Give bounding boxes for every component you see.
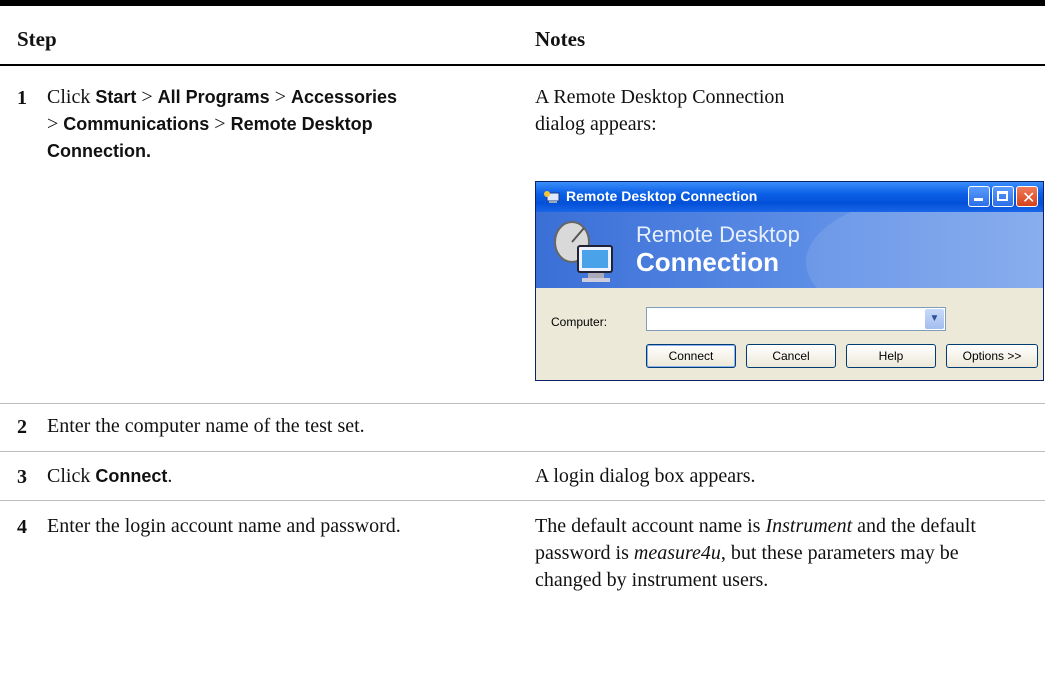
separator: >: [274, 86, 286, 108]
row-rule: [0, 500, 1045, 501]
connect-button[interactable]: Connect: [646, 344, 736, 368]
menu-accessories: Accessories: [290, 87, 398, 107]
header-step: Step: [17, 27, 57, 51]
separator: >: [214, 113, 226, 135]
row-3-step: Click Connect.: [47, 463, 517, 490]
row-3-number: 3: [17, 466, 27, 488]
menu-remote-desktop: Remote Desktop: [230, 114, 373, 134]
header-rule: [0, 64, 1045, 66]
row-1-number: 1: [17, 87, 27, 109]
remote-desktop-dialog: Remote Desktop Connection ✕ Remote Deskt…: [535, 181, 1044, 381]
menu-all-programs: All Programs: [157, 87, 270, 107]
dialog-title-bar: Remote Desktop Connection ✕: [536, 182, 1043, 212]
remote-desktop-icon: [544, 191, 560, 203]
row-4-step: Enter the login account name and passwor…: [47, 515, 401, 537]
computer-combobox[interactable]: ▼: [646, 307, 946, 331]
header-notes: Notes: [535, 27, 586, 51]
menu-start: Start: [95, 87, 137, 107]
separator: >: [47, 113, 59, 135]
dialog-banner: Remote Desktop Connection: [536, 212, 1043, 288]
row-4-number: 4: [17, 516, 27, 538]
maximize-button[interactable]: [992, 186, 1014, 207]
row-rule: [0, 403, 1045, 404]
top-rule: [0, 0, 1045, 6]
cancel-button[interactable]: Cancel: [746, 344, 836, 368]
minimize-button[interactable]: [968, 186, 990, 207]
banner-title-line1: Remote Desktop: [636, 222, 800, 247]
connect-label: Connect: [95, 466, 168, 486]
row-rule: [0, 451, 1045, 452]
computer-satellite-icon: [554, 221, 613, 282]
default-account-name: Instrument: [765, 515, 853, 537]
row-1-notes: A Remote Desktop Connection dialog appea…: [535, 86, 785, 135]
notes-4-part1: The default account name is: [535, 515, 761, 537]
default-password: measure4u: [633, 542, 721, 564]
help-button[interactable]: Help: [846, 344, 936, 368]
separator: >: [141, 86, 153, 108]
row-2-step: Enter the computer name of the test set.: [47, 415, 365, 437]
maximize-icon: [997, 191, 1008, 201]
row-1-step: Click Start > All Programs > Accessories…: [47, 84, 517, 165]
close-button[interactable]: ✕: [1016, 186, 1038, 207]
menu-communications: Communications: [63, 114, 210, 134]
chevron-down-icon[interactable]: ▼: [925, 309, 944, 329]
computer-label: Computer:: [551, 315, 608, 329]
period: .: [167, 465, 173, 487]
options-button[interactable]: Options >>: [946, 344, 1038, 368]
minimize-icon: [974, 198, 983, 201]
row-2-number: 2: [17, 416, 27, 438]
step-3-click-text: Click: [47, 465, 91, 487]
row-4-notes: The default account name is Instrument a…: [535, 513, 1025, 594]
row-3-notes: A login dialog box appears.: [535, 465, 756, 487]
banner-swoosh: [806, 212, 1043, 288]
dialog-title: Remote Desktop Connection: [566, 188, 758, 204]
menu-connection: Connection.: [47, 141, 151, 161]
banner-title-line2: Connection: [636, 247, 779, 277]
close-icon: ✕: [1022, 190, 1036, 207]
step-1-click-text: Click: [47, 86, 91, 108]
